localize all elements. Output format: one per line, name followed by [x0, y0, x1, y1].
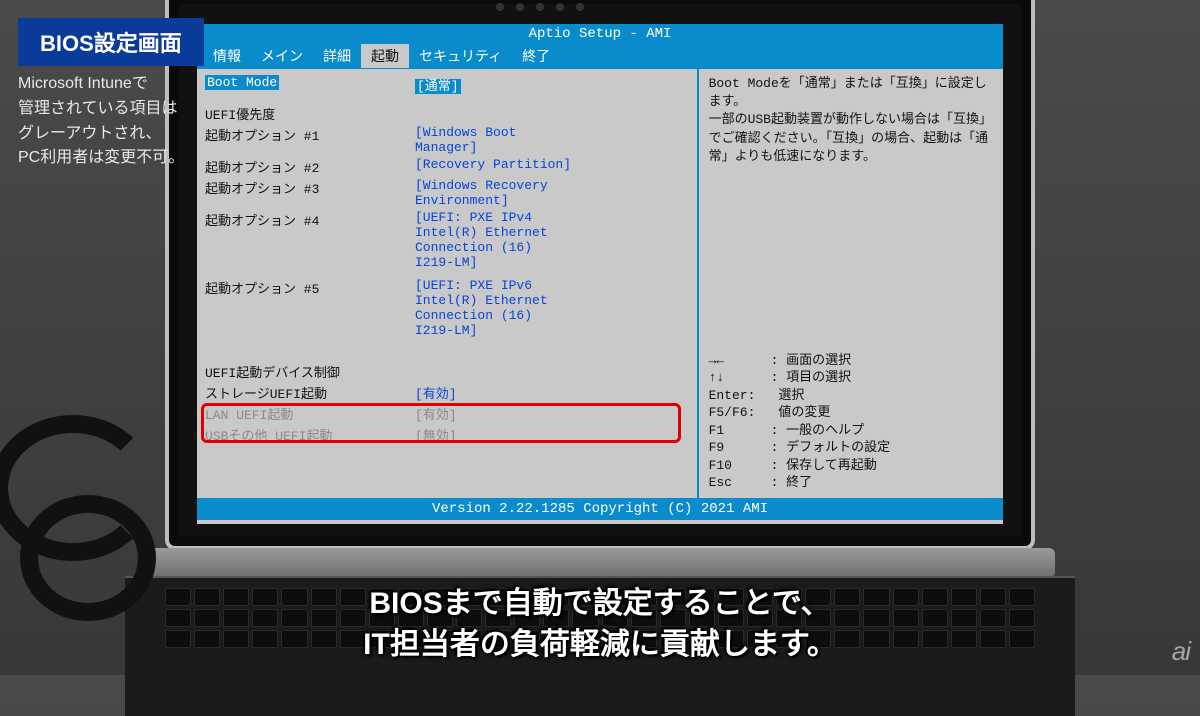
bios-screen: Aptio Setup - AMI 情報 メイン 詳細 起動 セキュリティ 終了…	[197, 24, 1003, 524]
watermark: ai	[1172, 636, 1190, 667]
device-control-header: UEFI起動デバイス制御	[205, 362, 689, 381]
tab-advanced[interactable]: 詳細	[313, 44, 361, 68]
bios-footer: Version 2.22.1285 Copyright (C) 2021 AMI	[197, 498, 1003, 520]
bios-help-panel: Boot Modeを「通常」または「互換」に設定します。 一部のUSB起動装置が…	[699, 69, 1003, 498]
setting-row[interactable]: 起動オプション #4 [UEFI: PXE IPv4 Intel(R) Ethe…	[205, 210, 689, 270]
setting-row[interactable]: 起動オプション #5 [UEFI: PXE IPv6 Intel(R) Ethe…	[205, 278, 689, 338]
power-cable	[0, 375, 170, 615]
help-text: Boot Modeを「通常」または「互換」に設定します。 一部のUSB起動装置が…	[709, 75, 993, 352]
overlay-title: BIOS設定画面	[18, 18, 204, 66]
tab-main[interactable]: メイン	[251, 44, 313, 68]
bios-title: Aptio Setup - AMI	[197, 24, 1003, 44]
laptop-hinge	[145, 548, 1055, 578]
setting-row-locked: LAN UEFI起動 [有効]	[205, 404, 689, 423]
setting-row[interactable]: 起動オプション #3 [Windows Recovery Environment…	[205, 178, 689, 208]
setting-row[interactable]: UEFI優先度	[205, 104, 689, 123]
key-help: →←: 画面の選択 ↑↓: 項目の選択 Enter: 選択 F5/F6: 値の変…	[709, 352, 993, 492]
tab-exit[interactable]: 終了	[512, 44, 560, 68]
screen-bezel: Aptio Setup - AMI 情報 メイン 詳細 起動 セキュリティ 終了…	[165, 0, 1035, 550]
setting-boot-mode[interactable]: Boot Mode [通常]	[205, 75, 689, 94]
subtitle-caption: BIOSまで自動で設定することで、 IT担当者の負荷軽減に貢献します。	[0, 584, 1200, 665]
boot-mode-value: [通常]	[415, 79, 461, 94]
setting-row[interactable]: ストレージUEFI起動 [有効]	[205, 383, 689, 402]
setting-row[interactable]: 起動オプション #1 [Windows Boot Manager]	[205, 125, 689, 155]
boot-mode-label: Boot Mode	[205, 75, 279, 90]
tab-security[interactable]: セキュリティ	[409, 44, 512, 68]
bios-menubar: 情報 メイン 詳細 起動 セキュリティ 終了	[197, 44, 1003, 68]
tab-info[interactable]: 情報	[203, 44, 251, 68]
bios-settings-panel: Boot Mode [通常] UEFI優先度 起動オプション #1 [Windo…	[197, 69, 699, 498]
setting-row[interactable]: 起動オプション #2 [Recovery Partition]	[205, 157, 689, 176]
setting-row-locked: USBその他 UEFI起動 [無効]	[205, 425, 689, 444]
tab-boot[interactable]: 起動	[361, 44, 409, 68]
camera-bar	[490, 0, 710, 14]
overlay-description: Microsoft Intuneで 管理されている項目は グレーアウトされ、 P…	[18, 72, 184, 171]
